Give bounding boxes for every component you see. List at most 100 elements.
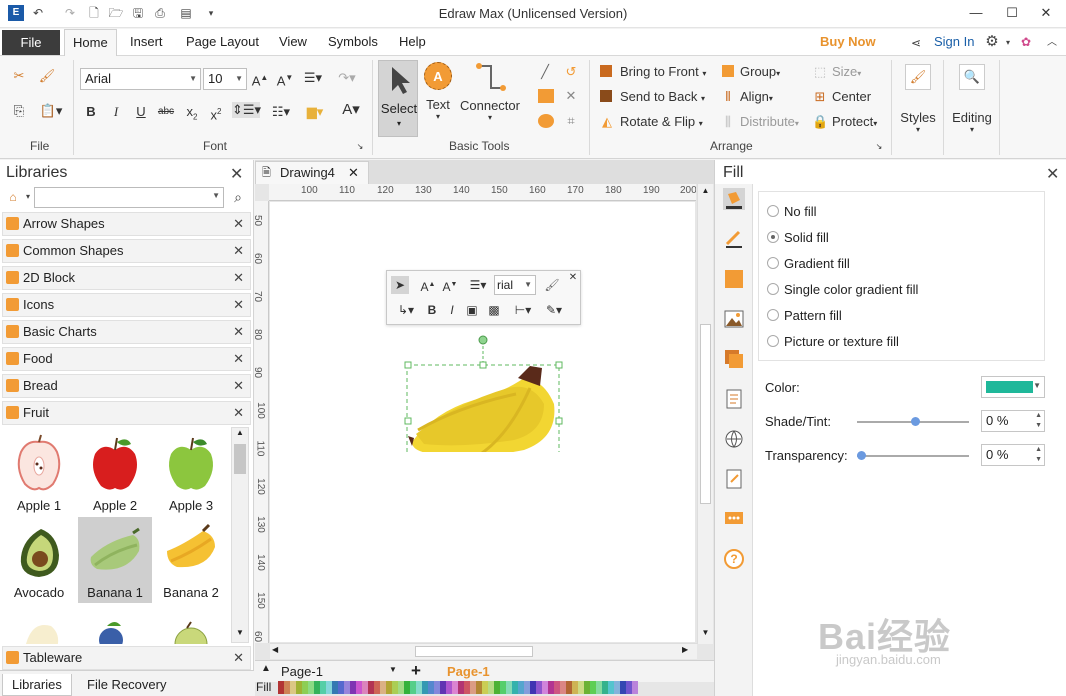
close-icon[interactable]: ✕ <box>230 164 243 184</box>
center-button[interactable]: Center <box>832 89 871 104</box>
bring-forward-icon[interactable]: ▣ <box>463 301 481 319</box>
sign-in-link[interactable]: Sign In <box>934 34 974 49</box>
page-tab[interactable]: Page-1 <box>447 664 490 679</box>
scroll-up-icon[interactable]: ▲ <box>698 186 713 195</box>
grow-font-icon[interactable]: A▲ <box>251 70 269 89</box>
close-icon[interactable]: ✕ <box>233 267 244 289</box>
library-item-food[interactable]: Food ✕ <box>2 347 251 371</box>
rotate-flip-button[interactable]: Rotate & Flip ▾ <box>620 114 703 129</box>
scroll-thumb[interactable] <box>234 444 246 474</box>
option-pattern-fill[interactable]: Pattern fill <box>767 308 842 323</box>
library-item-tableware[interactable]: Tableware ✕ <box>2 646 251 670</box>
close-icon[interactable]: ✕ <box>1046 164 1059 184</box>
tab-page-layout[interactable]: Page Layout <box>186 34 259 49</box>
canvas-vertical-scrollbar[interactable]: ▲ ▼ <box>697 184 713 644</box>
canvas-horizontal-scrollbar[interactable]: ◀ ▶ <box>270 643 697 659</box>
shrink-font-icon[interactable]: A▼ <box>441 276 459 294</box>
shadow-icon[interactable] <box>723 268 745 290</box>
help-icon[interactable]: ? <box>723 548 745 570</box>
superscript-icon[interactable]: x2 <box>208 104 224 123</box>
copy-icon[interactable]: ⎘ <box>10 103 28 119</box>
shape-partial-2[interactable] <box>78 604 152 644</box>
transparency-input[interactable]: 0 % ▲ ▼ <box>981 444 1045 466</box>
globe-icon[interactable] <box>723 428 745 450</box>
library-item-icons[interactable]: Icons ✕ <box>2 293 251 317</box>
scroll-thumb[interactable] <box>415 646 533 657</box>
option-no-fill[interactable]: No fill <box>767 204 817 219</box>
search-icon[interactable]: ⌕ <box>230 189 246 205</box>
grow-font-icon[interactable]: A▲ <box>419 276 437 294</box>
tab-help[interactable]: Help <box>399 34 426 49</box>
page-nav-up-icon[interactable]: ▲ <box>261 663 271 674</box>
bullets-icon[interactable]: ☷▾ <box>268 104 294 120</box>
scroll-down-icon[interactable]: ▼ <box>698 628 713 637</box>
italic-icon[interactable]: I <box>443 301 461 319</box>
styles-button[interactable]: 🖌 Styles ▾ <box>896 64 940 134</box>
image-icon[interactable] <box>723 308 745 330</box>
notes-icon[interactable] <box>723 468 745 490</box>
spinner-arrows-icon[interactable]: ▲ ▼ <box>1035 445 1042 465</box>
float-font-select[interactable]: rial ▼ <box>494 275 536 295</box>
library-scrollbar[interactable]: ▲ ▼ <box>231 427 249 643</box>
bold-icon[interactable]: B <box>423 301 441 319</box>
connector-style-icon[interactable]: ↳▾ <box>393 301 419 319</box>
font-color-icon[interactable]: A▾ <box>338 102 364 118</box>
library-item-2d-block[interactable]: 2D Block ✕ <box>2 266 251 290</box>
send-backward-icon[interactable]: ▩ <box>485 301 503 319</box>
fill-color-picker[interactable]: ▼ <box>981 376 1045 398</box>
file-tab[interactable]: File <box>2 30 60 55</box>
text-direction-icon[interactable]: ↷▾ <box>334 70 360 86</box>
tab-view[interactable]: View <box>279 34 307 49</box>
distribute-button[interactable]: Distribute▾ <box>740 114 799 129</box>
paste-icon[interactable]: 📋▾ <box>38 103 64 119</box>
bold-icon[interactable]: B <box>84 104 98 120</box>
slider-knob[interactable] <box>857 451 866 460</box>
tab-home[interactable]: Home <box>64 29 117 57</box>
strikethrough-icon[interactable]: abc <box>157 104 175 120</box>
close-icon[interactable]: ✕ <box>233 348 244 370</box>
document-tab[interactable]: 🗎 Drawing4 ✕ <box>255 161 369 184</box>
font-dialog-launcher-icon[interactable]: ↘ <box>355 139 365 155</box>
shape-avocado[interactable]: Avocado <box>2 517 76 603</box>
close-icon[interactable]: ✕ <box>1036 3 1056 23</box>
text-align-icon[interactable]: ☰▾ <box>300 70 326 86</box>
connector-tool-button[interactable]: Connector ▾ <box>459 62 521 122</box>
shade-tint-slider[interactable] <box>857 417 969 426</box>
fill-bucket-icon[interactable] <box>723 188 745 210</box>
option-picture-texture-fill[interactable]: Picture or texture fill <box>767 334 899 349</box>
crop-tool-icon[interactable]: ✕ <box>561 88 581 104</box>
font-size-select[interactable]: 10 ▼ <box>203 68 247 90</box>
banana-shape[interactable] <box>404 334 564 452</box>
scroll-up-icon[interactable]: ▲ <box>232 428 248 442</box>
format-painter-icon[interactable]: 🖌 <box>38 68 56 84</box>
shape-apple-2[interactable]: Apple 2 <box>78 430 152 516</box>
shrink-font-icon[interactable]: A▼ <box>276 70 294 89</box>
arc-tool-icon[interactable]: ↺ <box>561 64 581 80</box>
format-painter-icon[interactable]: 🖌 <box>543 276 561 294</box>
protect-button[interactable]: Protect▾ <box>832 114 877 129</box>
italic-icon[interactable]: I <box>109 104 123 120</box>
transparency-slider[interactable] <box>857 451 969 460</box>
group-button[interactable]: Group▾ <box>740 64 780 79</box>
page-select[interactable]: Page-1 ▼ <box>281 664 397 679</box>
close-icon[interactable]: ✕ <box>233 402 244 424</box>
scroll-right-icon[interactable]: ▶ <box>682 645 688 654</box>
tab-file-recovery[interactable]: File Recovery <box>78 674 175 696</box>
option-gradient-fill[interactable]: Gradient fill <box>767 256 850 271</box>
comment-icon[interactable] <box>723 508 745 530</box>
library-item-common-shapes[interactable]: Common Shapes ✕ <box>2 239 251 263</box>
option-solid-fill[interactable]: Solid fill <box>767 230 829 245</box>
slider-knob[interactable] <box>911 417 920 426</box>
buy-now-link[interactable]: Buy Now <box>820 34 876 49</box>
close-icon[interactable]: ✕ <box>348 162 359 184</box>
scroll-left-icon[interactable]: ◀ <box>272 645 278 654</box>
send-to-back-button[interactable]: Send to Back ▾ <box>620 89 705 104</box>
library-item-bread[interactable]: Bread ✕ <box>2 374 251 398</box>
collapse-ribbon-icon[interactable]: ︿ <box>1044 35 1060 51</box>
close-icon[interactable]: ✕ <box>233 321 244 343</box>
close-icon[interactable]: ✕ <box>233 375 244 397</box>
shape-apple-1[interactable]: Apple 1 <box>2 430 76 516</box>
settings-dropdown-icon[interactable]: ▾ <box>1000 35 1016 51</box>
close-icon[interactable]: ✕ <box>567 269 579 287</box>
highlight-icon[interactable]: ▆▾ <box>302 104 328 120</box>
